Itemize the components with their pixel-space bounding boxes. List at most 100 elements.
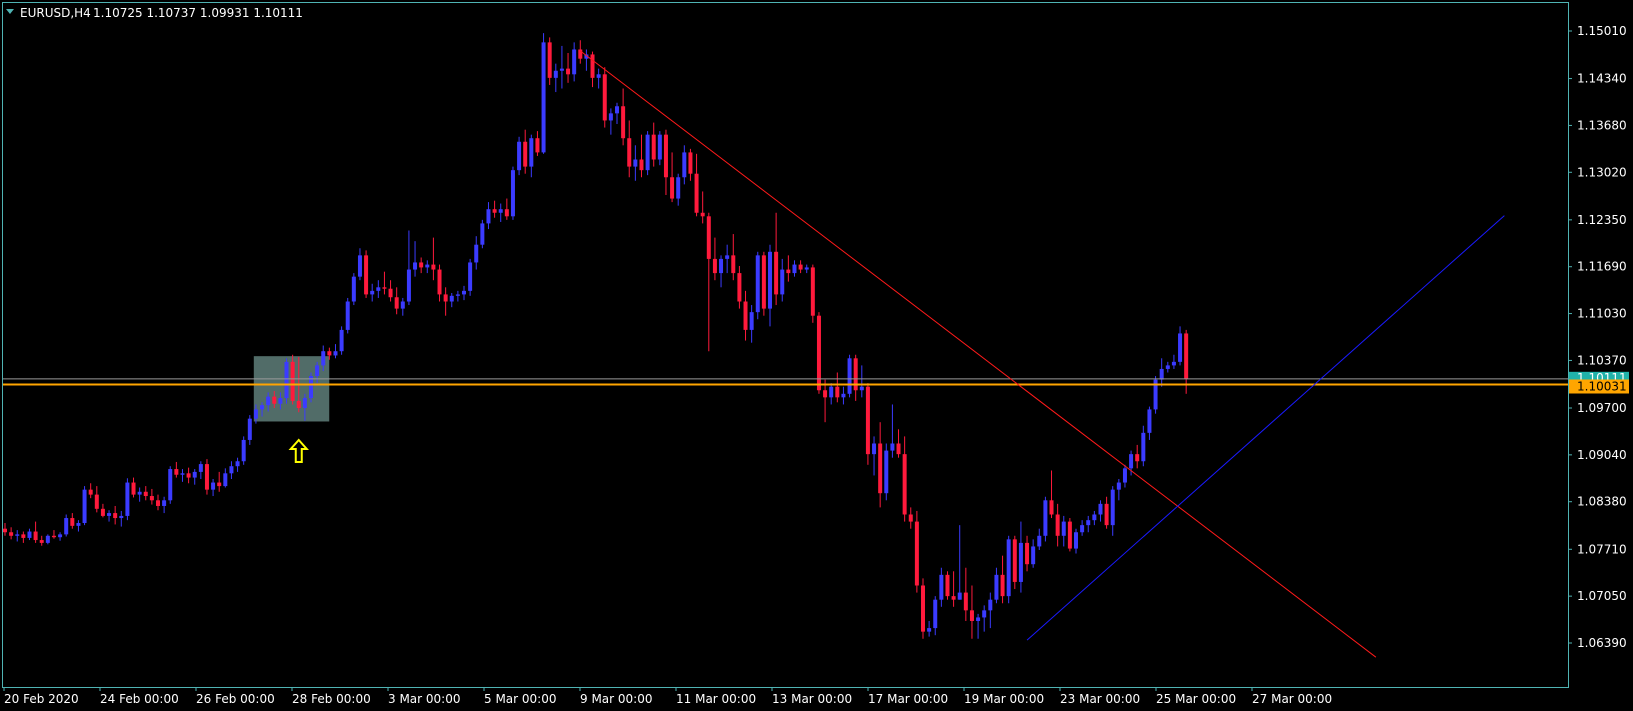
candle-body xyxy=(1012,539,1017,582)
candle-body xyxy=(382,287,387,289)
candle xyxy=(810,264,815,323)
candle-body xyxy=(370,290,375,295)
candle xyxy=(541,33,546,154)
candle xyxy=(645,131,650,176)
candle-body xyxy=(1098,503,1103,515)
candle-body xyxy=(657,134,662,160)
candle xyxy=(284,358,289,404)
candle-body xyxy=(1074,532,1078,549)
price-tick-label: 1.14340 xyxy=(1577,72,1627,86)
candle-body xyxy=(462,290,466,295)
candle xyxy=(1153,376,1158,414)
candle-body xyxy=(1178,333,1183,362)
candle-body xyxy=(217,482,222,487)
candle-body xyxy=(761,255,766,309)
candle-body xyxy=(829,386,834,398)
candle xyxy=(45,534,50,545)
candle-body xyxy=(1000,574,1005,597)
candle-body xyxy=(296,400,301,408)
candle-body xyxy=(804,267,809,270)
candle-body xyxy=(266,396,271,406)
candle-body xyxy=(260,405,265,410)
candle-body xyxy=(682,152,687,178)
candle-body xyxy=(21,534,26,538)
candle-body xyxy=(1104,503,1109,526)
candle-body xyxy=(241,439,246,462)
price-tick-label: 1.06390 xyxy=(1577,636,1627,650)
candle-body xyxy=(1067,521,1072,549)
candle-body xyxy=(841,393,846,398)
candle xyxy=(125,478,130,521)
candle-body xyxy=(694,173,699,213)
candle-body xyxy=(810,267,815,316)
candle-body xyxy=(76,523,81,526)
candle-body xyxy=(9,532,14,536)
candle-body xyxy=(1055,514,1060,536)
candle xyxy=(945,571,950,600)
candle-body xyxy=(309,376,313,399)
candle-body xyxy=(994,574,999,600)
price-tick-label: 1.10370 xyxy=(1577,353,1627,367)
candle xyxy=(351,273,356,306)
candle-body xyxy=(670,177,675,199)
candle-body xyxy=(272,396,277,404)
candle-body xyxy=(1122,468,1127,483)
candle xyxy=(468,258,473,296)
candle xyxy=(1006,535,1011,604)
price-tick-label: 1.15010 xyxy=(1577,24,1627,38)
candle-body xyxy=(786,269,791,274)
candle-body xyxy=(737,273,742,302)
price-tick-label: 1.07050 xyxy=(1577,589,1627,603)
candle-body xyxy=(125,482,130,516)
candle-body xyxy=(431,264,436,270)
candle-body xyxy=(486,209,491,224)
candle-body xyxy=(749,312,754,330)
candle-body xyxy=(480,223,485,245)
candle-body xyxy=(547,42,552,78)
candle-body xyxy=(596,74,601,78)
candle-body xyxy=(64,518,69,535)
candle-body xyxy=(137,491,142,495)
candle-body xyxy=(437,269,442,295)
candle-body xyxy=(156,500,160,506)
candle-body xyxy=(1135,454,1140,462)
candle xyxy=(865,383,870,465)
candle-body xyxy=(523,141,528,167)
price-chart[interactable]: 1.15010 1.14340 1.13680 1.13020 1.12350 1.116… xyxy=(0,0,1633,711)
candle-body xyxy=(743,301,748,330)
candle-body xyxy=(1171,361,1176,366)
candle-body xyxy=(51,535,56,538)
candle xyxy=(309,372,313,403)
candle-body xyxy=(107,513,112,516)
candle-body xyxy=(706,216,711,259)
candle-body xyxy=(566,68,571,75)
candle-body xyxy=(498,209,503,213)
candle-body xyxy=(768,251,772,309)
candle-body xyxy=(859,386,864,391)
candle xyxy=(345,297,350,334)
candle-body xyxy=(823,390,828,398)
candle-body xyxy=(70,518,75,526)
candle-body xyxy=(223,473,228,487)
candle-body xyxy=(3,528,7,533)
candle-body xyxy=(608,113,613,121)
candle-body xyxy=(406,269,411,302)
chart-header: EURUSD,H4 1.10725 1.10737 1.09931 1.1011… xyxy=(6,6,303,20)
candle xyxy=(602,67,607,128)
candle-body xyxy=(364,255,369,295)
level-price-tag-label: 1.10031 xyxy=(1577,379,1627,393)
candle-body xyxy=(927,628,932,632)
candle-body xyxy=(455,294,460,296)
candle-body xyxy=(327,351,332,356)
candle-body xyxy=(1141,432,1146,462)
time-tick-label: 11 Mar 00:00 xyxy=(676,692,756,706)
candle-body xyxy=(302,398,307,408)
candle-body xyxy=(82,489,87,524)
candle-body xyxy=(45,535,50,543)
price-tick-label: 1.08380 xyxy=(1577,495,1627,509)
candle-body xyxy=(1184,333,1189,379)
candle-body xyxy=(504,209,509,217)
candle-body xyxy=(553,70,558,78)
time-tick-label: 27 Mar 00:00 xyxy=(1252,692,1332,706)
candle-body xyxy=(914,521,919,586)
